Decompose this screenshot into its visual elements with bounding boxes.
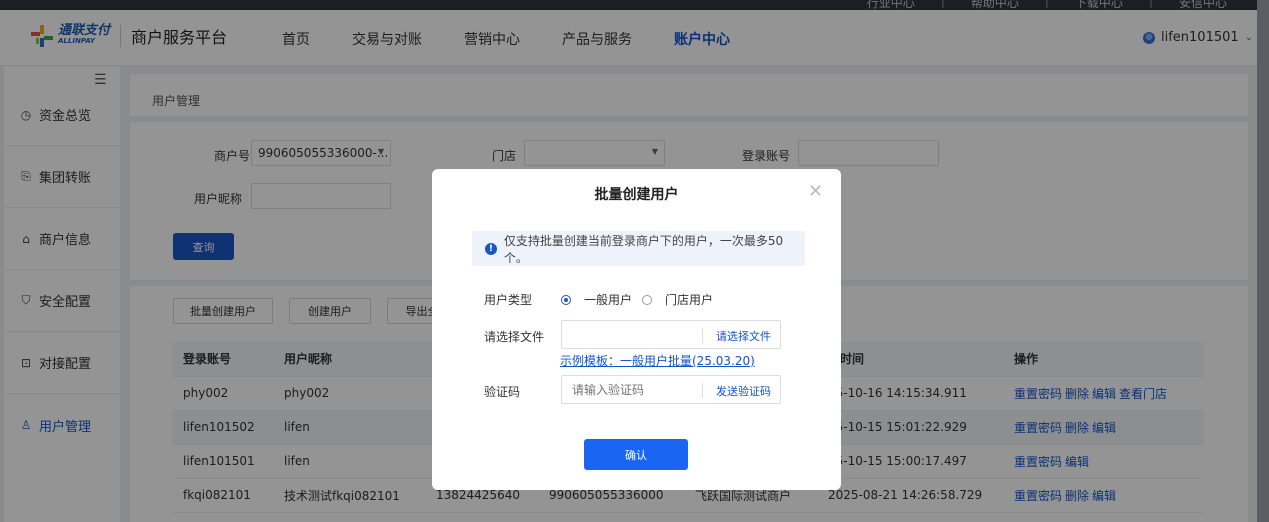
radio-store-user[interactable]: 门店用户	[642, 291, 713, 308]
file-label: 请选择文件	[484, 330, 545, 344]
radio-store-label: 门店用户	[665, 293, 714, 307]
choose-file-button[interactable]: 请选择文件	[716, 328, 771, 344]
batch-create-modal: 批量创建用户 ✕ ! 仅支持批量创建当前登录商户下的用户，一次最多50个。 用户…	[432, 169, 841, 490]
field-divider	[702, 328, 703, 343]
info-icon: !	[485, 242, 497, 255]
verification-code-input[interactable]	[563, 377, 699, 402]
code-label: 验证码	[484, 385, 521, 399]
notice-text: 仅支持批量创建当前登录商户下的用户，一次最多50个。	[503, 233, 784, 265]
notice-banner: ! 仅支持批量创建当前登录商户下的用户，一次最多50个。	[472, 231, 805, 266]
verification-code-field: 发送验证码	[561, 375, 781, 404]
close-icon[interactable]: ✕	[808, 181, 823, 202]
file-picker[interactable]: 请选择文件	[561, 320, 781, 349]
radio-checked-icon	[561, 294, 571, 305]
user-type-label: 用户类型	[484, 293, 533, 307]
radio-general-user[interactable]: 一般用户	[561, 291, 632, 308]
radio-general-label: 一般用户	[584, 293, 633, 307]
radio-unchecked-icon	[642, 294, 652, 305]
modal-title: 批量创建用户	[594, 187, 679, 203]
window-scrollbar[interactable]	[1257, 0, 1269, 522]
send-code-button[interactable]: 发送验证码	[716, 383, 771, 399]
field-divider	[702, 383, 703, 398]
template-download-link[interactable]: 示例模板：一般用户批量(25.03.20)	[560, 352, 755, 369]
confirm-button[interactable]: 确认	[584, 439, 688, 470]
